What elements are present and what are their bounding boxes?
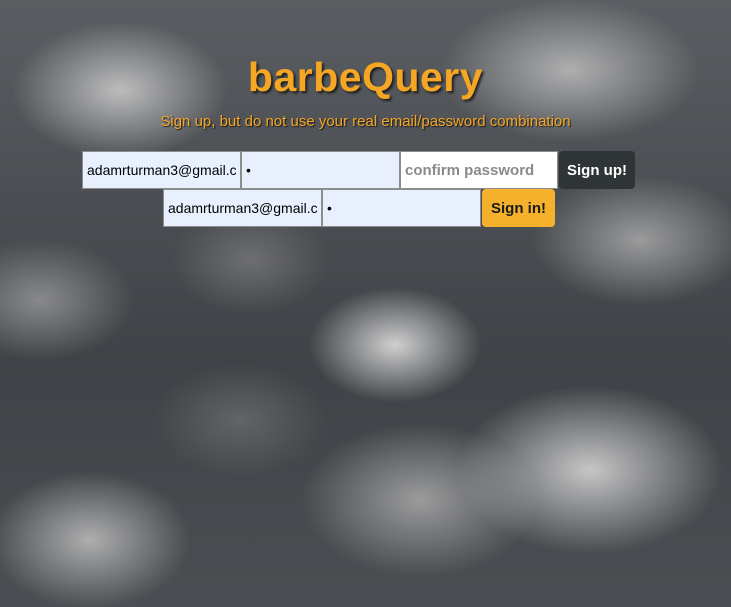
signup-email-input[interactable] [82, 151, 241, 189]
app-title: barbeQuery [247, 54, 484, 100]
signin-password-input[interactable] [322, 189, 481, 227]
signup-password-input[interactable] [241, 151, 400, 189]
signup-button[interactable]: Sign up! [559, 151, 635, 189]
signin-form: Sign in! [163, 189, 555, 227]
signup-form: Sign up! [82, 151, 635, 189]
app-subtitle: Sign up, but do not use your real email/… [160, 113, 571, 130]
signin-email-input[interactable] [163, 189, 322, 227]
signin-button[interactable]: Sign in! [482, 189, 555, 227]
signup-confirm-password-input[interactable] [400, 151, 558, 189]
